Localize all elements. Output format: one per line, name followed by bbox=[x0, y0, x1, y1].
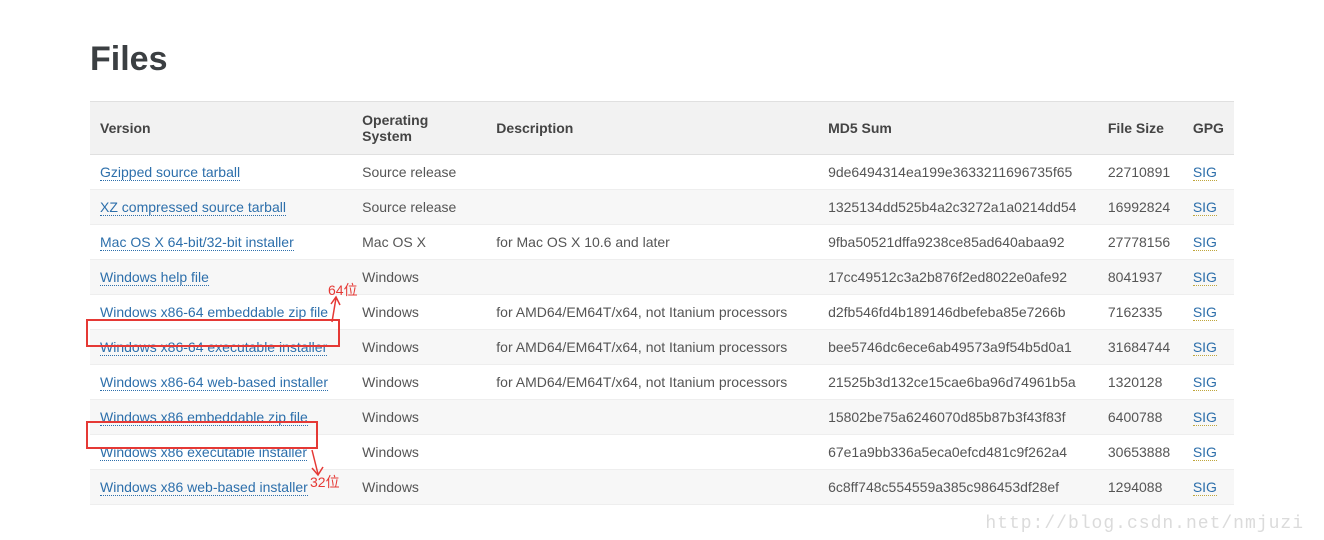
md5-cell: 67e1a9bb336a5eca0efcd481c9f262a4 bbox=[818, 435, 1098, 470]
os-cell: Source release bbox=[352, 190, 486, 225]
col-gpg: GPG bbox=[1183, 102, 1234, 155]
version-link[interactable]: Windows x86-64 executable installer bbox=[100, 339, 327, 356]
sig-link[interactable]: SIG bbox=[1193, 269, 1217, 286]
col-version: Version bbox=[90, 102, 352, 155]
md5-cell: 9de6494314ea199e3633211696735f65 bbox=[818, 155, 1098, 190]
os-cell: Windows bbox=[352, 295, 486, 330]
sig-link[interactable]: SIG bbox=[1193, 164, 1217, 181]
sig-link[interactable]: SIG bbox=[1193, 304, 1217, 321]
size-cell: 7162335 bbox=[1098, 295, 1183, 330]
table-row: Windows x86 executable installer Windows 6… bbox=[90, 435, 1234, 470]
os-cell: Windows bbox=[352, 260, 486, 295]
md5-cell: 21525b3d132ce15cae6ba96d74961b5a bbox=[818, 365, 1098, 400]
sig-link[interactable]: SIG bbox=[1193, 234, 1217, 251]
desc-cell bbox=[486, 190, 818, 225]
md5-cell: 9fba50521dffa9238ce85ad640abaa92 bbox=[818, 225, 1098, 260]
version-link[interactable]: Windows x86-64 embeddable zip file bbox=[100, 304, 328, 321]
sig-link[interactable]: SIG bbox=[1193, 444, 1217, 461]
desc-cell: for AMD64/EM64T/x64, not Itanium process… bbox=[486, 365, 818, 400]
size-cell: 1294088 bbox=[1098, 470, 1183, 505]
version-link[interactable]: Gzipped source tarball bbox=[100, 164, 240, 181]
col-desc: Description bbox=[486, 102, 818, 155]
version-link[interactable]: Windows x86 executable installer bbox=[100, 444, 307, 461]
desc-cell: for AMD64/EM64T/x64, not Itanium process… bbox=[486, 295, 818, 330]
table-row: XZ compressed source tarball Source relea… bbox=[90, 190, 1234, 225]
col-size: File Size bbox=[1098, 102, 1183, 155]
watermark: http://blog.csdn.net/nmjuzi bbox=[985, 514, 1304, 534]
os-cell: Windows bbox=[352, 400, 486, 435]
version-link[interactable]: Windows x86-64 web-based installer bbox=[100, 374, 328, 391]
desc-cell: for Mac OS X 10.6 and later bbox=[486, 225, 818, 260]
size-cell: 22710891 bbox=[1098, 155, 1183, 190]
version-link[interactable]: Windows x86 web-based installer bbox=[100, 479, 308, 496]
version-link[interactable]: Windows x86 embeddable zip file bbox=[100, 409, 308, 426]
md5-cell: 17cc49512c3a2b876f2ed8022e0afe92 bbox=[818, 260, 1098, 295]
size-cell: 16992824 bbox=[1098, 190, 1183, 225]
table-row: Windows x86-64 executable installer Windo… bbox=[90, 330, 1234, 365]
version-link[interactable]: Mac OS X 64-bit/32-bit installer bbox=[100, 234, 294, 251]
sig-link[interactable]: SIG bbox=[1193, 479, 1217, 496]
table-row: Windows help file Windows 17cc49512c3a2b87… bbox=[90, 260, 1234, 295]
sig-link[interactable]: SIG bbox=[1193, 339, 1217, 356]
col-os: Operating System bbox=[352, 102, 486, 155]
desc-cell bbox=[486, 155, 818, 190]
desc-cell bbox=[486, 400, 818, 435]
files-table: Version Operating System Description MD5… bbox=[90, 101, 1234, 505]
page-title: Files bbox=[90, 40, 1234, 79]
version-link[interactable]: Windows help file bbox=[100, 269, 209, 286]
sig-link[interactable]: SIG bbox=[1193, 374, 1217, 391]
size-cell: 1320128 bbox=[1098, 365, 1183, 400]
os-cell: Windows bbox=[352, 470, 486, 505]
os-cell: Windows bbox=[352, 435, 486, 470]
desc-cell bbox=[486, 470, 818, 505]
col-md5: MD5 Sum bbox=[818, 102, 1098, 155]
os-cell: Windows bbox=[352, 330, 486, 365]
table-row: Windows x86 web-based installer Windows 6c… bbox=[90, 470, 1234, 505]
md5-cell: d2fb546fd4b189146dbefeba85e7266b bbox=[818, 295, 1098, 330]
size-cell: 31684744 bbox=[1098, 330, 1183, 365]
md5-cell: bee5746dc6ece6ab49573a9f54b5d0a1 bbox=[818, 330, 1098, 365]
desc-cell: for AMD64/EM64T/x64, not Itanium process… bbox=[486, 330, 818, 365]
md5-cell: 6c8ff748c554559a385c986453df28ef bbox=[818, 470, 1098, 505]
size-cell: 8041937 bbox=[1098, 260, 1183, 295]
desc-cell bbox=[486, 260, 818, 295]
table-row: Mac OS X 64-bit/32-bit installer Mac OS X… bbox=[90, 225, 1234, 260]
table-row: Windows x86-64 embeddable zip file Window… bbox=[90, 295, 1234, 330]
md5-cell: 15802be75a6246070d85b87b3f43f83f bbox=[818, 400, 1098, 435]
os-cell: Source release bbox=[352, 155, 486, 190]
os-cell: Windows bbox=[352, 365, 486, 400]
desc-cell bbox=[486, 435, 818, 470]
table-row: Windows x86 embeddable zip file Windows 15… bbox=[90, 400, 1234, 435]
size-cell: 30653888 bbox=[1098, 435, 1183, 470]
size-cell: 6400788 bbox=[1098, 400, 1183, 435]
table-row: Gzipped source tarball Source release 9de6… bbox=[90, 155, 1234, 190]
size-cell: 27778156 bbox=[1098, 225, 1183, 260]
table-row: Windows x86-64 web-based installer Window… bbox=[90, 365, 1234, 400]
table-header-row: Version Operating System Description MD5… bbox=[90, 102, 1234, 155]
sig-link[interactable]: SIG bbox=[1193, 409, 1217, 426]
md5-cell: 1325134dd525b4a2c3272a1a0214dd54 bbox=[818, 190, 1098, 225]
sig-link[interactable]: SIG bbox=[1193, 199, 1217, 216]
version-link[interactable]: XZ compressed source tarball bbox=[100, 199, 286, 216]
os-cell: Mac OS X bbox=[352, 225, 486, 260]
